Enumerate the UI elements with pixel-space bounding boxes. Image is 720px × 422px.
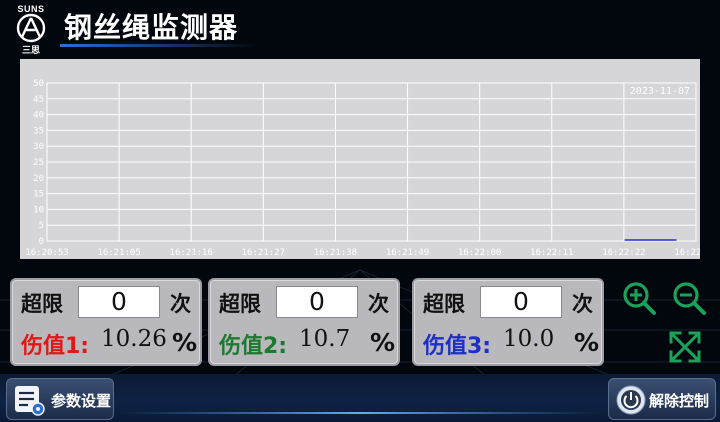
over-limit-label: 超限 xyxy=(21,292,63,316)
y-tick-label: 0 xyxy=(39,237,44,247)
x-tick-label: 16:20:53 xyxy=(25,248,68,258)
logo-chinese-text: 三思 xyxy=(21,46,40,56)
percent-unit: % xyxy=(370,328,396,357)
percent-unit: % xyxy=(574,328,600,357)
settings-list-icon xyxy=(15,386,45,416)
y-tick-label: 10 xyxy=(33,205,44,215)
x-tick-label: 16:21:16 xyxy=(170,248,213,258)
y-tick-label: 5 xyxy=(39,221,44,231)
damage-label-1: 伤值1: xyxy=(21,334,90,359)
x-tick-label: 16:21:27 xyxy=(242,248,285,258)
power-icon xyxy=(616,385,646,415)
y-tick-label: 50 xyxy=(33,79,44,89)
y-tick-label: 40 xyxy=(33,111,44,121)
y-tick-label: 15 xyxy=(33,190,44,200)
chart-date: 2023-11-07 xyxy=(630,86,690,97)
x-tick-label: 16:22:33 xyxy=(674,248,700,258)
over-limit-count: 0 xyxy=(78,286,160,318)
zoom-out-icon[interactable] xyxy=(670,280,708,318)
damage-label-2: 伤值2: xyxy=(219,334,288,359)
title-underline xyxy=(60,44,260,47)
over-limit-label: 超限 xyxy=(219,292,261,316)
x-tick-label: 16:22:11 xyxy=(530,248,573,258)
page-title: 钢丝绳监测器 xyxy=(64,11,239,44)
zoom-in-icon[interactable] xyxy=(620,280,658,318)
y-tick-label: 35 xyxy=(33,126,44,136)
damage-value-2: 10.7 xyxy=(299,326,351,352)
trend-chart-plot: 5045403530252015105016:20:53 16:21:05 16:2… xyxy=(25,79,700,258)
parameter-settings-button[interactable]: 参数设置 xyxy=(6,378,114,420)
times-label: 次 xyxy=(170,292,191,316)
parameter-settings-label: 参数设置 xyxy=(51,392,112,410)
x-tick-label: 16:22:00 xyxy=(458,248,501,258)
damage-value-1: 10.26 xyxy=(101,326,167,352)
release-control-button[interactable]: 解除控制 xyxy=(608,378,716,420)
y-tick-label: 25 xyxy=(33,158,44,168)
damage-label-3: 伤值3: xyxy=(423,334,492,359)
times-label: 次 xyxy=(368,292,389,316)
y-tick-label: 20 xyxy=(33,174,44,184)
x-tick-label: 16:21:49 xyxy=(386,248,429,258)
damage-value-3: 10.0 xyxy=(503,326,555,352)
percent-unit: % xyxy=(172,328,198,357)
sensor-card-3: 超限 0 次 伤值3: 10.0 % xyxy=(412,278,604,366)
x-tick-label: 16:22:22 xyxy=(602,248,645,258)
y-tick-label: 30 xyxy=(33,142,44,152)
expand-icon[interactable] xyxy=(666,328,704,366)
x-tick-label: 16:21:38 xyxy=(314,248,357,258)
logo-emblem-icon xyxy=(16,13,46,43)
sensor-card-1: 超限 0 次 伤值1: 10.26 % xyxy=(10,278,202,366)
x-tick-label: 16:21:05 xyxy=(97,248,140,258)
trend-chart: 50 45 40 35 30 25 20 15 10 5 0 16:20:53 16:21:05 16:2… xyxy=(20,59,700,259)
over-limit-count: 0 xyxy=(480,286,562,318)
over-limit-label: 超限 xyxy=(423,292,465,316)
sensor-card-2: 超限 0 次 伤值2: 10.7 % xyxy=(208,278,400,366)
over-limit-count: 0 xyxy=(276,286,358,318)
times-label: 次 xyxy=(572,292,593,316)
brand-logo: SUNS 三思 xyxy=(8,4,54,56)
release-control-label: 解除控制 xyxy=(649,392,710,410)
y-tick-label: 45 xyxy=(33,95,44,105)
bottom-decoration xyxy=(120,412,600,414)
